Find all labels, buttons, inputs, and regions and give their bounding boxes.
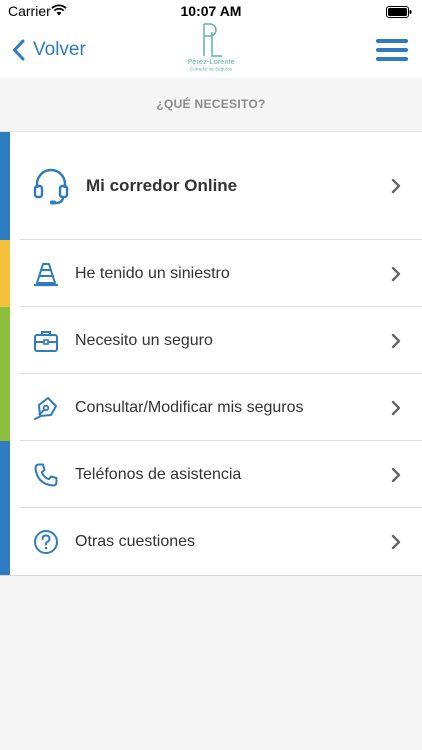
hamburger-icon-bar (376, 57, 408, 61)
menu-item-telefonos-asistencia[interactable]: Teléfonos de asistencia (0, 441, 422, 508)
menu-item-label: Teléfonos de asistencia (75, 465, 242, 483)
menu-item-consultar-modificar[interactable]: Consultar/Modificar mis seguros (0, 374, 422, 441)
color-stripe (0, 441, 10, 508)
battery-icon (386, 5, 412, 21)
color-stripe (0, 374, 10, 441)
chevron-right-icon (391, 534, 401, 549)
status-bar: Carrier 10:07 AM (0, 0, 422, 22)
chevron-right-icon (391, 266, 401, 281)
menu-item-label: Consultar/Modificar mis seguros (75, 398, 304, 416)
menu-item-label: He tenido un siniestro (75, 264, 230, 282)
chevron-right-icon (391, 178, 401, 194)
menu-item-necesito-seguro[interactable]: Necesito un seguro (0, 307, 422, 374)
briefcase-icon (33, 328, 59, 354)
clock: 10:07 AM (180, 3, 242, 19)
hamburger-icon-bar (376, 39, 408, 43)
menu-item-label: Necesito un seguro (75, 331, 213, 349)
pen-icon (33, 395, 59, 421)
chevron-left-icon (13, 39, 25, 61)
logo-name: Pérez-Lorente (187, 57, 235, 66)
back-label: Volver (33, 39, 86, 60)
brand-logo: Pérez-Lorente Corredor de Seguros (182, 22, 240, 74)
phone-icon (33, 462, 59, 488)
headset-icon (32, 167, 70, 205)
back-button[interactable]: Volver (12, 34, 86, 66)
hamburger-icon-bar (376, 48, 408, 52)
chevron-right-icon (391, 467, 401, 482)
hamburger-menu-button[interactable] (376, 39, 408, 63)
menu-item-otras-cuestiones[interactable]: Otras cuestiones (0, 508, 422, 575)
chevron-right-icon (391, 400, 401, 415)
menu-item-siniestro[interactable]: He tenido un siniestro (0, 240, 422, 307)
menu-item-label: Mi corredor Online (86, 176, 238, 195)
logo-subtitle: Corredor de Seguros (190, 67, 233, 72)
navigation-bar: Volver Pérez-Lorente Corredor de Seguros (0, 22, 422, 78)
color-stripe (0, 307, 10, 374)
menu-item-label: Otras cuestiones (75, 532, 196, 550)
section-header: ¿QUÉ NECESITO? (156, 97, 266, 111)
menu-list: Mi corredor Online He tenido un siniestr… (0, 131, 422, 576)
color-stripe (0, 508, 10, 575)
question-icon (33, 529, 59, 555)
color-stripe (0, 132, 10, 240)
menu-item-mi-corredor-online[interactable]: Mi corredor Online (0, 132, 422, 240)
road-cone-icon (33, 261, 59, 287)
chevron-right-icon (391, 333, 401, 348)
color-stripe (0, 240, 10, 307)
